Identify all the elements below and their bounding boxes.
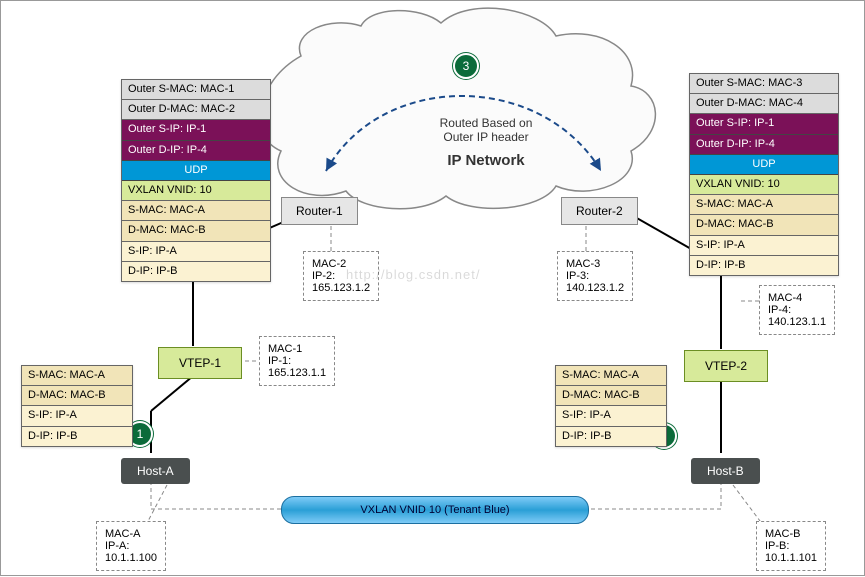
router-1: Router-1: [281, 197, 358, 225]
packet-4: Outer S-MAC: MAC-3 Outer D-MAC: MAC-4 Ou…: [689, 73, 839, 276]
pkt4-sip: S-IP: IP-A: [690, 236, 838, 256]
v2-iplabel: IP-4:: [768, 304, 826, 316]
info-host-a: MAC-A IP-A: 10.1.1.100: [96, 521, 166, 571]
pkt1-dmac: D-MAC: MAC-B: [22, 386, 132, 406]
packet-2: Outer S-MAC: MAC-1 Outer D-MAC: MAC-2 Ou…: [121, 79, 271, 282]
host-b: Host-B: [691, 458, 760, 484]
pkt2-odip: Outer D-IP: IP-4: [122, 141, 270, 161]
r2-ip: 140.123.1.2: [566, 282, 624, 294]
hb-ip: 10.1.1.101: [765, 552, 817, 564]
router-2: Router-2: [561, 197, 638, 225]
r2-mac: MAC-3: [566, 258, 624, 270]
r1-ip: 165.123.1.2: [312, 282, 370, 294]
pkt5-smac: S-MAC: MAC-A: [556, 366, 666, 386]
pkt2-dmac: D-MAC: MAC-B: [122, 221, 270, 241]
info-router2: MAC-3 IP-3: 140.123.1.2: [557, 251, 633, 301]
pkt4-osmac: Outer S-MAC: MAC-3: [690, 74, 838, 94]
ha-mac: MAC-A: [105, 528, 157, 540]
packet-5: S-MAC: MAC-A D-MAC: MAC-B S-IP: IP-A D-I…: [555, 365, 667, 447]
pkt4-dip: D-IP: IP-B: [690, 256, 838, 275]
pkt4-vnid: VXLAN VNID: 10: [690, 175, 838, 195]
vxlan-pipe: VXLAN VNID 10 (Tenant Blue): [281, 496, 589, 524]
host-a: Host-A: [121, 458, 190, 484]
pkt2-vnid: VXLAN VNID: 10: [122, 181, 270, 201]
pkt2-osmac: Outer S-MAC: MAC-1: [122, 80, 270, 100]
v2-ip: 140.123.1.1: [768, 316, 826, 328]
v1-mac: MAC-1: [268, 343, 326, 355]
hb-iplabel: IP-B:: [765, 540, 817, 552]
hb-mac: MAC-B: [765, 528, 817, 540]
r2-iplabel: IP-3:: [566, 270, 624, 282]
pkt1-smac: S-MAC: MAC-A: [22, 366, 132, 386]
vtep-2: VTEP-2: [684, 350, 768, 382]
step-3: 3: [453, 53, 479, 79]
diagram-canvas: Routed Based on Outer IP header IP Netwo…: [0, 0, 865, 576]
pkt4-udp: UDP: [690, 155, 838, 175]
pkt2-smac: S-MAC: MAC-A: [122, 201, 270, 221]
pkt2-odmac: Outer D-MAC: MAC-2: [122, 100, 270, 120]
pkt2-osip: Outer S-IP: IP-1: [122, 120, 270, 140]
vtep-1: VTEP-1: [158, 347, 242, 379]
info-vtep1: MAC-1 IP-1: 165.123.1.1: [259, 336, 335, 386]
cloud-label: IP Network: [396, 152, 576, 169]
pkt5-dmac: D-MAC: MAC-B: [556, 386, 666, 406]
cloud-text: Routed Based on Outer IP header IP Netwo…: [396, 116, 576, 169]
watermark: http://blog.csdn.net/: [346, 267, 480, 282]
info-vtep2: MAC-4 IP-4: 140.123.1.1: [759, 285, 835, 335]
pkt4-odip: Outer D-IP: IP-4: [690, 135, 838, 155]
ha-ip: 10.1.1.100: [105, 552, 157, 564]
packet-1: S-MAC: MAC-A D-MAC: MAC-B S-IP: IP-A D-I…: [21, 365, 133, 447]
pkt2-sip: S-IP: IP-A: [122, 242, 270, 262]
pkt4-osip: Outer S-IP: IP-1: [690, 114, 838, 134]
pkt5-dip: D-IP: IP-B: [556, 427, 666, 446]
pkt4-odmac: Outer D-MAC: MAC-4: [690, 94, 838, 114]
ha-iplabel: IP-A:: [105, 540, 157, 552]
pkt1-dip: D-IP: IP-B: [22, 427, 132, 446]
v2-mac: MAC-4: [768, 292, 826, 304]
info-host-b: MAC-B IP-B: 10.1.1.101: [756, 521, 826, 571]
pkt5-sip: S-IP: IP-A: [556, 406, 666, 426]
pkt4-dmac: D-MAC: MAC-B: [690, 215, 838, 235]
pkt2-dip: D-IP: IP-B: [122, 262, 270, 281]
pkt4-smac: S-MAC: MAC-A: [690, 195, 838, 215]
v1-ip: 165.123.1.1: [268, 367, 326, 379]
pkt1-sip: S-IP: IP-A: [22, 406, 132, 426]
v1-iplabel: IP-1:: [268, 355, 326, 367]
pkt2-udp: UDP: [122, 161, 270, 181]
cloud-route-text: Routed Based on Outer IP header: [396, 116, 576, 144]
